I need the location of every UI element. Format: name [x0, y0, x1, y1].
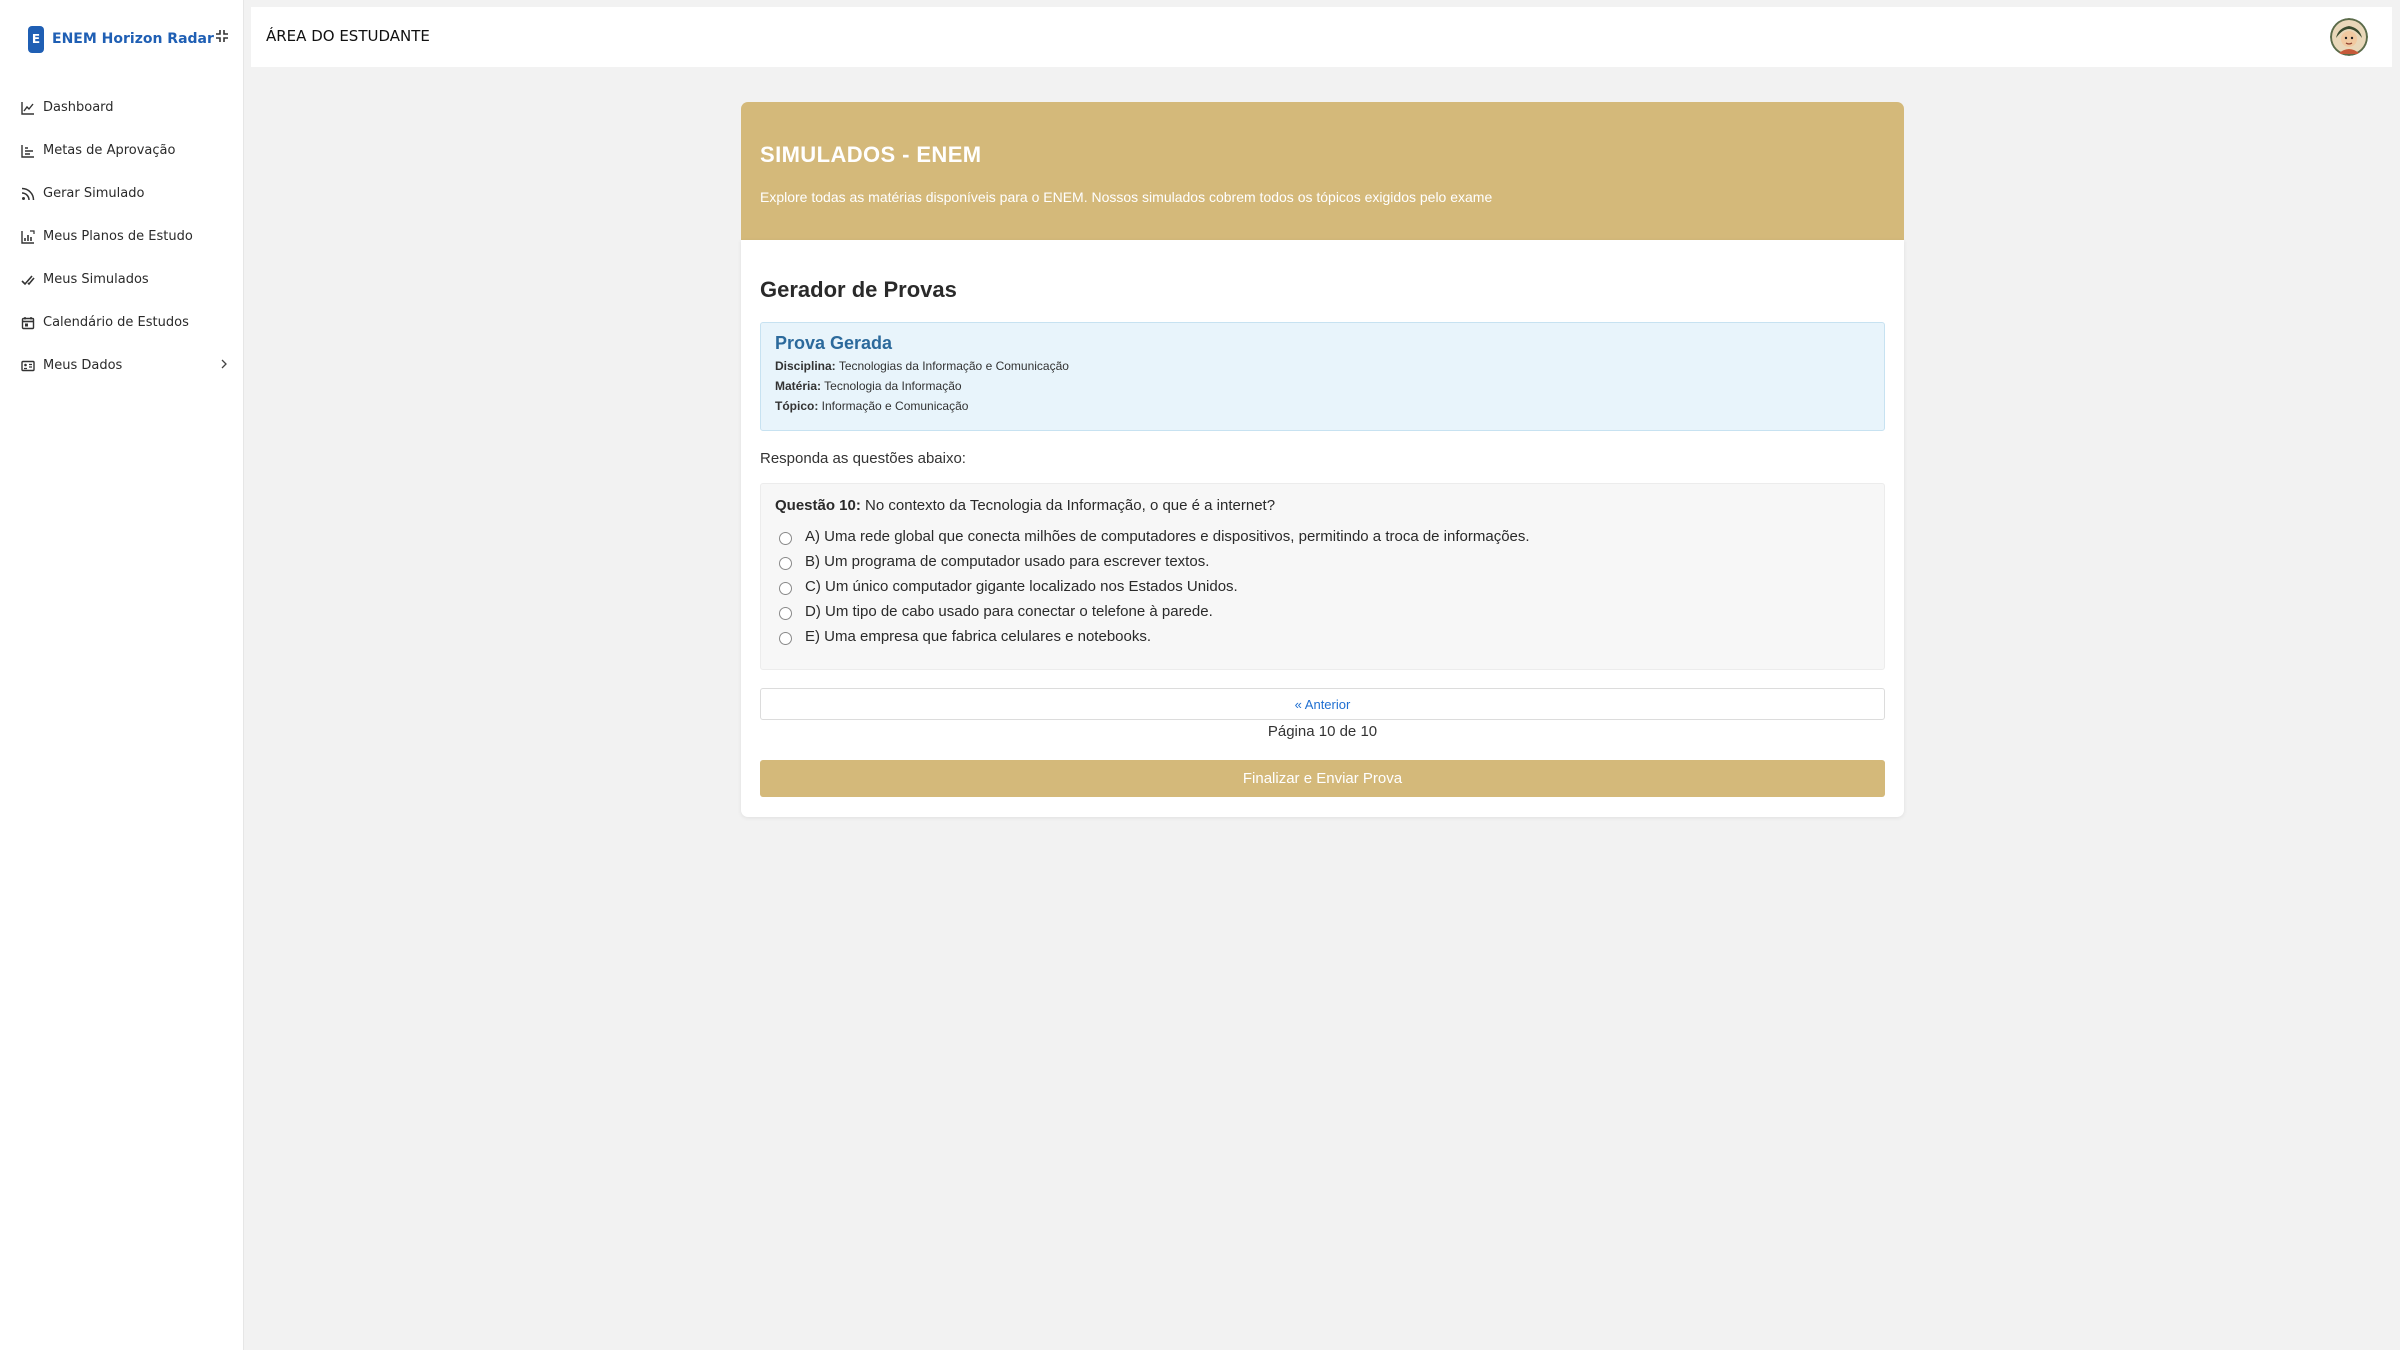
sidebar-item-label: Meus Dados — [43, 358, 123, 373]
answer-option-label: A) Uma rede global que conecta milhões d… — [805, 528, 1530, 545]
double-check-icon — [20, 272, 36, 288]
instructions-text: Responda as questões abaixo: — [760, 450, 966, 467]
exam-card: Gerador de Provas Prova Gerada Disciplin… — [741, 240, 1904, 817]
question-number: Questão 10: — [775, 497, 861, 514]
radio-button[interactable] — [779, 632, 792, 645]
answer-option-e[interactable]: E) Uma empresa que fabrica celulares e n… — [775, 624, 1870, 649]
materia-line: Matéria: Tecnologia da Informação — [775, 379, 1870, 394]
disciplina-line: Disciplina: Tecnologias da Informação e … — [775, 359, 1870, 374]
disciplina-label: Disciplina: — [775, 359, 836, 373]
brand-badge: E — [28, 25, 44, 53]
chevron-right-icon — [220, 358, 228, 373]
user-avatar-icon[interactable] — [2330, 18, 2368, 56]
sidebar-item-label: Meus Planos de Estudo — [43, 229, 193, 244]
sidebar-item-label: Metas de Aprovação — [43, 143, 176, 158]
question-text: Questão 10: No contexto da Tecnologia da… — [775, 497, 1870, 514]
answer-option-label: C) Um único computador gigante localizad… — [805, 578, 1238, 595]
top-bar: ÁREA DO ESTUDANTE — [251, 7, 2392, 67]
bar-chart-icon — [20, 143, 36, 159]
sidebar-item-meus-simulados[interactable]: Meus Simulados — [20, 258, 230, 301]
exam-info-title: Prova Gerada — [775, 333, 893, 353]
radio-button[interactable] — [779, 557, 792, 570]
exam-title: Gerador de Provas — [760, 277, 957, 302]
answer-option-label: E) Uma empresa que fabrica celulares e n… — [805, 628, 1152, 645]
previous-page-button[interactable]: « Anterior — [760, 688, 1885, 720]
sidebar-item-metas[interactable]: Metas de Aprovação — [20, 129, 230, 172]
exam-info-box: Prova Gerada Disciplina: Tecnologias da … — [760, 322, 1885, 431]
hero-subtitle: Explore todas as matérias disponíveis pa… — [760, 189, 1493, 205]
brand-logo[interactable]: E ENEM Horizon Radar — [28, 24, 214, 54]
line-chart-icon — [20, 100, 36, 116]
topico-value: Informação e Comunicação — [821, 399, 969, 413]
page-title: ÁREA DO ESTUDANTE — [266, 27, 430, 45]
materia-value: Tecnologia da Informação — [824, 379, 962, 393]
answer-option-c[interactable]: C) Um único computador gigante localizad… — [775, 574, 1870, 599]
sidebar: E ENEM Horizon Radar Dashboard Metas de … — [0, 0, 244, 1350]
plan-chart-icon — [20, 229, 36, 245]
page-indicator: Página 10 de 10 — [1267, 723, 1378, 740]
radio-button[interactable] — [779, 532, 792, 545]
radio-button[interactable] — [779, 582, 792, 595]
answer-options: A) Uma rede global que conecta milhões d… — [775, 524, 1870, 649]
calendar-icon — [20, 315, 36, 331]
sidebar-item-label: Dashboard — [43, 100, 114, 115]
sidebar-item-dashboard[interactable]: Dashboard — [20, 86, 230, 129]
answer-option-label: D) Um tipo de cabo usado para conectar o… — [805, 603, 1213, 620]
answer-option-label: B) Um programa de computador usado para … — [805, 553, 1210, 570]
sidebar-item-planos[interactable]: Meus Planos de Estudo — [20, 215, 230, 258]
materia-label: Matéria: — [775, 379, 822, 393]
rss-icon — [20, 186, 36, 202]
answer-option-b[interactable]: B) Um programa de computador usado para … — [775, 549, 1870, 574]
question-statement: No contexto da Tecnologia da Informação,… — [865, 497, 1276, 514]
collapse-icon — [215, 29, 229, 48]
sidebar-item-label: Calendário de Estudos — [43, 315, 189, 330]
topico-line: Tópico: Informação e Comunicação — [775, 399, 1870, 414]
hero-title: SIMULADOS - ENEM — [760, 142, 982, 167]
id-card-icon — [20, 358, 36, 374]
sidebar-item-label: Meus Simulados — [43, 272, 149, 287]
sidebar-item-calendario[interactable]: Calendário de Estudos — [20, 301, 230, 344]
answer-option-a[interactable]: A) Uma rede global que conecta milhões d… — [775, 524, 1870, 549]
sidebar-item-label: Gerar Simulado — [43, 186, 145, 201]
sidebar-item-meus-dados[interactable]: Meus Dados — [20, 344, 230, 387]
collapse-sidebar-button[interactable] — [211, 27, 233, 49]
brand-name: ENEM Horizon Radar — [52, 31, 214, 47]
answer-option-d[interactable]: D) Um tipo de cabo usado para conectar o… — [775, 599, 1870, 624]
radio-button[interactable] — [779, 607, 792, 620]
topico-label: Tópico: — [775, 399, 819, 413]
disciplina-value: Tecnologias da Informação e Comunicação — [838, 359, 1069, 373]
submit-exam-button[interactable]: Finalizar e Enviar Prova — [760, 760, 1885, 797]
question-box: Questão 10: No contexto da Tecnologia da… — [760, 483, 1885, 670]
sidebar-nav: Dashboard Metas de Aprovação Gerar Simul… — [20, 86, 230, 387]
simulados-hero: SIMULADOS - ENEM Explore todas as matéri… — [741, 102, 1904, 240]
sidebar-item-gerar-simulado[interactable]: Gerar Simulado — [20, 172, 230, 215]
